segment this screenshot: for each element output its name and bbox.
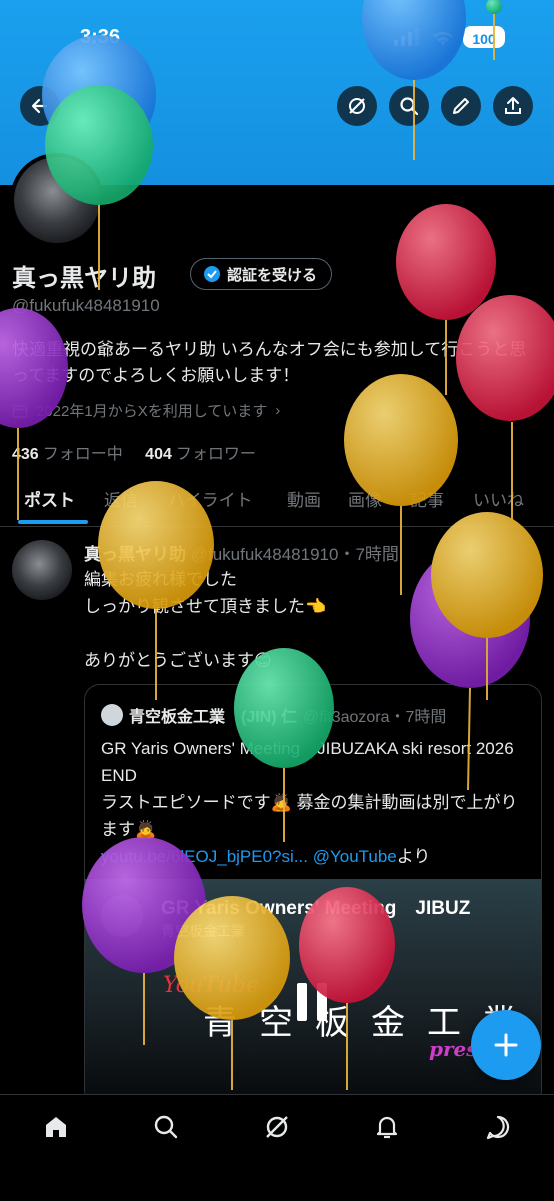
tab-replies[interactable]: 返信	[104, 486, 138, 511]
post-handle-time: @fukufuk48481910・7時間	[190, 545, 399, 564]
tab-videos[interactable]: 動画	[287, 486, 321, 511]
status-bar: 3:36 100	[0, 22, 554, 56]
compose-button[interactable]	[471, 1010, 541, 1080]
home-icon	[46, 1117, 66, 1137]
quote-body: GR Yaris Owners' Meeting JIBUZAKA ski re…	[101, 739, 518, 839]
arrow-left-icon	[31, 98, 48, 114]
post-text: 編集お疲れ様でした しっかり観させて頂きました👈 ありがとうございます😊	[84, 566, 544, 674]
post-author[interactable]: 真っ黒ヤリ助	[84, 545, 186, 564]
nav-grok[interactable]	[261, 1111, 293, 1143]
profile-avatar[interactable]	[10, 153, 104, 247]
messages-icon	[486, 1115, 510, 1140]
post-line: 編集お疲れ様でした	[84, 570, 237, 589]
active-tab-indicator	[18, 520, 88, 524]
tab-posts[interactable]: ポスト	[24, 486, 75, 511]
joined-date[interactable]: 2022年1月からXを利用しています ›	[12, 400, 280, 421]
pause-icon[interactable]	[297, 983, 327, 1021]
quote-author: 青空板金工業 (JIN) 仁	[129, 709, 298, 726]
post-line	[84, 620, 544, 647]
verify-label: 認証を受ける	[227, 266, 318, 284]
video-embed[interactable]: GR Yaris Owners' Meeting JIBUZ 青空板金工業 Yo…	[85, 879, 541, 1105]
post-avatar[interactable]	[12, 540, 72, 600]
bell-icon	[376, 1116, 398, 1139]
nav-notifications[interactable]	[371, 1111, 403, 1143]
post-line: しっかり観させて頂きました👈	[84, 597, 327, 616]
tab-likes[interactable]: いいね	[473, 486, 524, 511]
edit-button[interactable]	[441, 86, 481, 126]
verify-button[interactable]: 認証を受ける	[190, 258, 333, 290]
profile-tabs: ポスト 返信 ハイライト 動画 画像 記事 いいね	[0, 470, 554, 527]
video-channel-avatar	[101, 895, 143, 937]
following-label[interactable]: フォロー中	[43, 446, 123, 463]
following-count[interactable]: 436	[12, 446, 39, 463]
calendar-icon	[12, 404, 28, 418]
quote-header: 青空板金工業 (JIN) 仁 @fit3aozora・7時間	[101, 703, 446, 727]
quote-link-youtube[interactable]: @YouTube	[313, 847, 397, 866]
quote-text: GR Yaris Owners' Meeting JIBUZAKA ski re…	[101, 735, 531, 870]
profile-bio: 快適重視の爺あーるヤリ助 いろんなオフ会にも参加して行こうと思ってますのでよろし…	[12, 340, 527, 385]
search-icon	[400, 97, 419, 116]
follow-stats: 436 フォロー中 404 フォロワー	[12, 440, 274, 464]
back-button[interactable]	[20, 86, 60, 126]
grok-button[interactable]	[337, 86, 377, 126]
cell-signal-icon	[394, 28, 419, 46]
search-icon	[154, 1115, 178, 1139]
joined-label: 2022年1月からXを利用しています	[36, 403, 268, 420]
grok-icon	[349, 98, 365, 114]
video-channel: 青空板金工業	[161, 923, 245, 939]
nav-search[interactable]	[150, 1111, 182, 1143]
quote-link-line: youtu.be/6lEOJ_bjPE0?si... @YouTubeより	[101, 843, 531, 870]
followers-label[interactable]: フォロワー	[176, 446, 256, 463]
grok-icon	[266, 1116, 288, 1138]
quote-link[interactable]: youtu.be/6lEOJ_bjPE0?si...	[101, 847, 308, 866]
nav-home[interactable]	[40, 1111, 72, 1143]
quote-avatar	[101, 704, 123, 726]
wifi-icon	[432, 31, 454, 46]
pencil-icon	[453, 98, 469, 114]
post-line: ありがとうございます😊	[84, 651, 272, 670]
share-button[interactable]	[493, 86, 533, 126]
quote-link-suffix: より	[396, 847, 431, 866]
post-header: 真っ黒ヤリ助 @fukufuk48481910・7時間	[84, 540, 399, 565]
battery-indicator: 100	[463, 26, 505, 48]
profile-handle: @fukufuk48481910	[12, 296, 160, 315]
nav-messages[interactable]	[482, 1111, 514, 1143]
tab-highlights[interactable]: ハイライト	[168, 486, 253, 511]
search-button[interactable]	[389, 86, 429, 126]
verified-badge-icon	[204, 266, 220, 282]
followers-count[interactable]: 404	[145, 446, 172, 463]
profile-name: 真っ黒ヤリ助	[12, 265, 156, 292]
tab-images[interactable]: 画像	[348, 486, 382, 511]
plus-icon	[494, 1033, 518, 1057]
bottom-navigation	[0, 1094, 554, 1201]
chevron-right-icon: ›	[275, 402, 281, 419]
status-time: 3:36	[80, 26, 121, 48]
quote-handle-time: @fit3aozora・7時間	[303, 709, 447, 726]
share-icon	[505, 97, 521, 114]
tab-articles[interactable]: 記事	[410, 486, 444, 511]
video-title: GR Yaris Owners' Meeting JIBUZ	[161, 898, 471, 919]
